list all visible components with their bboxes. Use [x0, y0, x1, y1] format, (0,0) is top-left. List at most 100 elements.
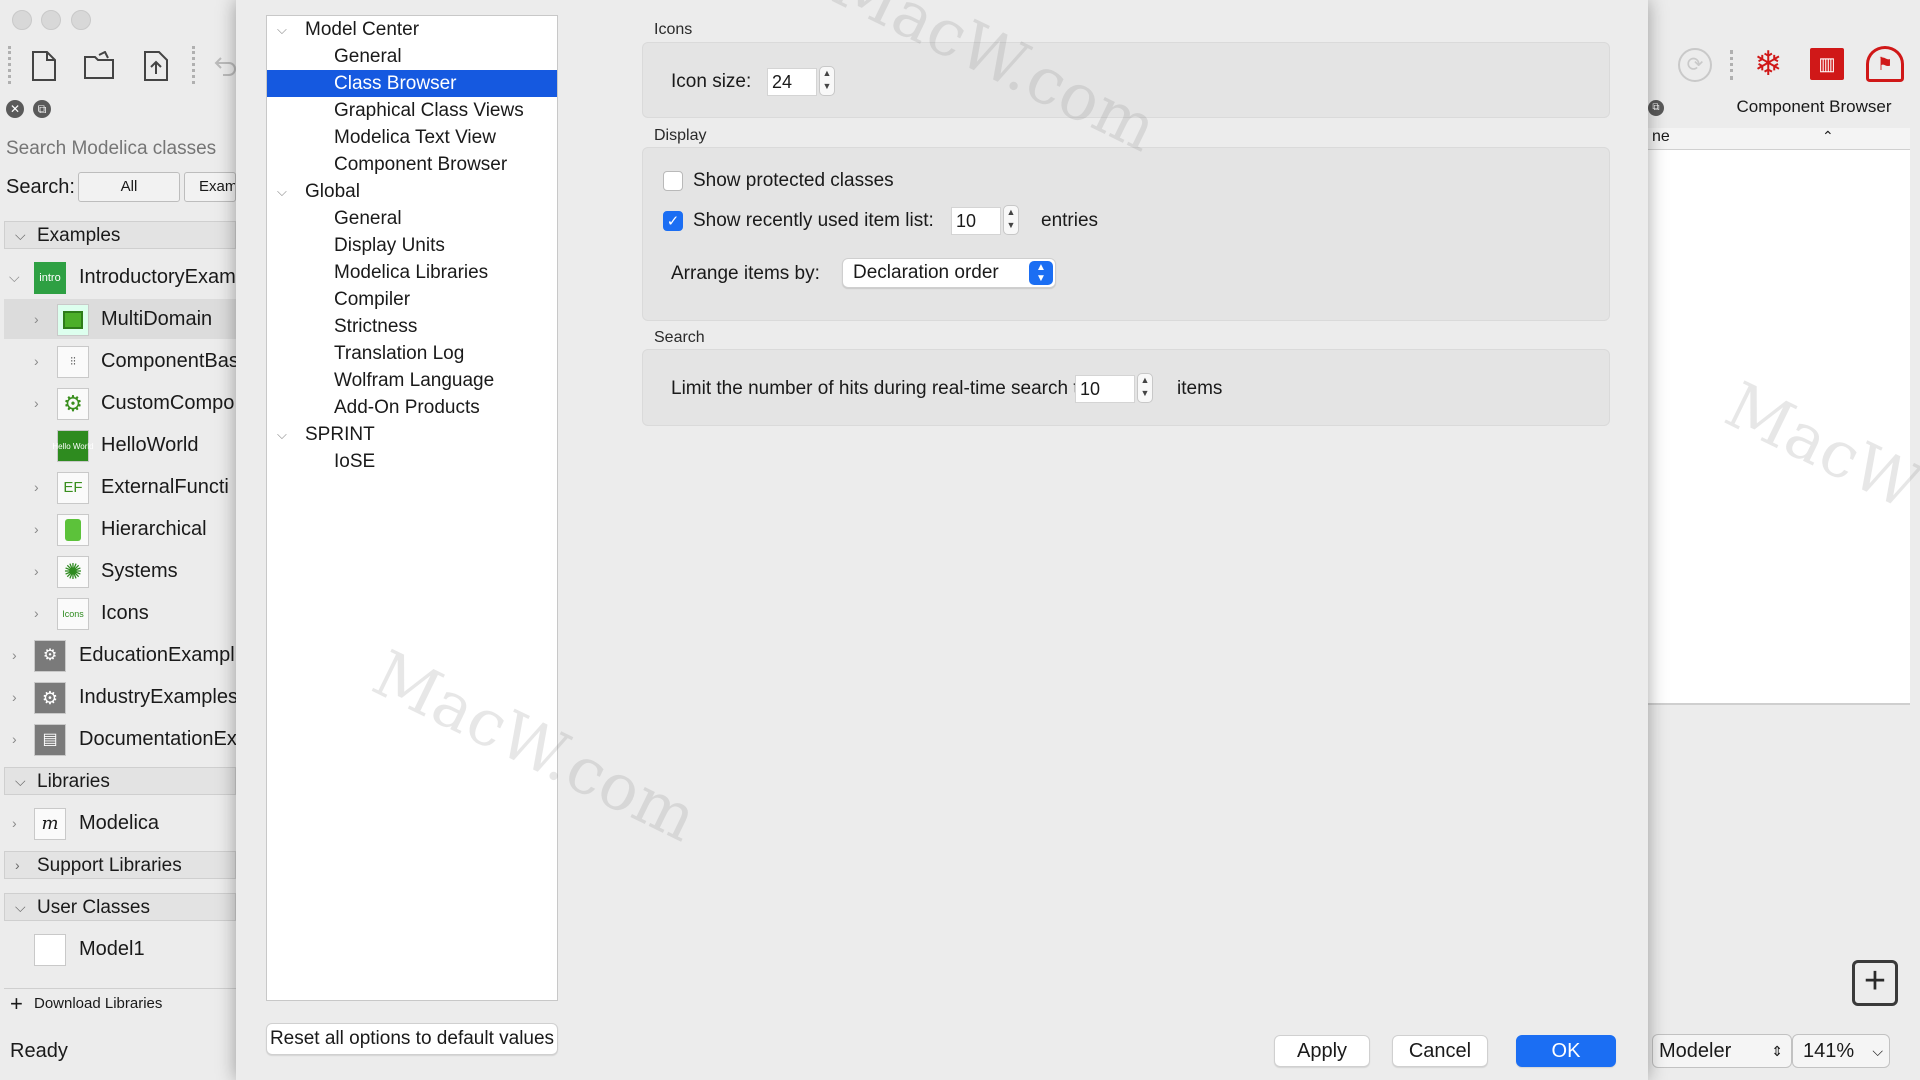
toolbar-separator: [1730, 50, 1733, 80]
chevron-right-icon: ›: [12, 647, 17, 663]
export-file-icon[interactable]: [138, 48, 174, 84]
nav-item-iose[interactable]: IoSE: [267, 448, 557, 475]
tree-item[interactable]: Model1: [0, 929, 236, 969]
chevron-right-icon: ›: [12, 689, 17, 705]
search-scope-all[interactable]: All: [78, 172, 180, 202]
nav-item-label: Model Center: [305, 19, 420, 40]
zoom-select[interactable]: 141% ⌵: [1792, 1034, 1890, 1068]
component-list[interactable]: [1648, 150, 1910, 705]
ok-button[interactable]: OK: [1516, 1035, 1616, 1067]
group-support-libraries[interactable]: › Support Libraries: [4, 851, 236, 879]
nav-item-global-general[interactable]: General: [267, 205, 557, 232]
nav-item-compiler[interactable]: Compiler: [267, 286, 557, 313]
nav-item-modelica-libraries[interactable]: Modelica Libraries: [267, 259, 557, 286]
tree-item-label: IntroductoryExam: [79, 266, 236, 288]
chevron-right-icon: ›: [12, 815, 17, 831]
tree-item[interactable]: › EF ExternalFuncti: [4, 467, 236, 507]
group-label: Libraries: [37, 771, 110, 792]
tree-item[interactable]: › m Modelica: [0, 803, 236, 843]
items-label: items: [1177, 378, 1223, 399]
tree-item[interactable]: › ▤ DocumentationEx: [0, 719, 237, 759]
tree-item[interactable]: › MultiDomain: [4, 299, 236, 339]
show-recent-checkbox[interactable]: ✓: [663, 211, 683, 231]
book-icon[interactable]: ▥: [1810, 48, 1844, 80]
tree-item[interactable]: Hello World HelloWorld: [4, 425, 236, 465]
nav-item-class-browser[interactable]: Class Browser: [267, 70, 557, 97]
nav-item-label: Modelica Text View: [334, 127, 496, 148]
mode-select[interactable]: Modeler ⇕: [1652, 1034, 1792, 1068]
group-user-classes[interactable]: ⌵ User Classes: [4, 893, 236, 921]
apply-button[interactable]: Apply: [1274, 1035, 1370, 1067]
download-libraries-button[interactable]: + Download Libraries: [4, 988, 236, 1018]
component-column-header[interactable]: ne ⌃: [1648, 128, 1910, 150]
search-limit-input[interactable]: [1075, 375, 1135, 403]
cancel-button[interactable]: Cancel: [1392, 1035, 1488, 1067]
chevron-right-icon: ›: [34, 479, 39, 495]
chevron-down-icon: ⌵: [9, 269, 20, 285]
tree-item[interactable]: ⌵ intro IntroductoryExam: [0, 257, 236, 297]
hello-world-icon: Hello World: [52, 430, 94, 462]
group-examples[interactable]: ⌵ Examples: [4, 221, 236, 249]
recent-count-stepper[interactable]: ▲ ▼: [1003, 205, 1019, 235]
tree-item[interactable]: › ⚙ CustomCompo: [4, 383, 236, 423]
chevron-down-icon: ⌵: [277, 427, 287, 442]
chevron-right-icon: ›: [12, 731, 17, 747]
nav-item-component-browser[interactable]: Component Browser: [267, 151, 557, 178]
tree-item-label: IndustryExamples: [79, 686, 238, 708]
arrange-items-select[interactable]: Declaration order ▲ ▼: [842, 258, 1056, 288]
nav-item-sprint[interactable]: ⌵ SPRINT: [267, 421, 557, 448]
close-panel-icon[interactable]: ✕: [6, 100, 24, 118]
nav-item-translation-log[interactable]: Translation Log: [267, 340, 557, 367]
chevron-right-icon: ›: [15, 857, 20, 873]
component-browser-panel: ⟳ ❄ ▥ ⚑ ⧉ Component Browser ne ⌃ + Model…: [1648, 0, 1920, 1080]
class-search-input[interactable]: [4, 134, 234, 164]
tree-item[interactable]: › Hierarchical: [4, 509, 236, 549]
nav-item-label: Component Browser: [334, 154, 508, 175]
systems-gears-icon: ✺: [57, 556, 89, 588]
nav-item-label: General: [334, 46, 402, 67]
toolbar-separator: [192, 46, 195, 84]
group-libraries[interactable]: ⌵ Libraries: [4, 767, 236, 795]
tree-item[interactable]: › ⚙ EducationExampl: [0, 635, 236, 675]
toolbar-separator: [8, 46, 11, 84]
tree-item-label: EducationExampl: [79, 644, 235, 666]
group-label: User Classes: [37, 897, 150, 918]
nav-item-add-on-products[interactable]: Add-On Products: [267, 394, 557, 421]
minimize-window-button[interactable]: [41, 10, 61, 30]
recent-count-input[interactable]: [951, 207, 1001, 235]
search-scope-examples[interactable]: Exam: [184, 172, 236, 202]
tree-item[interactable]: › ⫶⫶ ComponentBas: [4, 341, 239, 381]
reset-defaults-button[interactable]: Reset all options to default values: [266, 1023, 558, 1055]
show-protected-checkbox[interactable]: [663, 171, 683, 191]
nav-item-graphical-class-views[interactable]: Graphical Class Views: [267, 97, 557, 124]
snowflake-icon[interactable]: ❄: [1754, 46, 1783, 82]
multidomain-icon: [57, 304, 89, 336]
simulate-icon[interactable]: ⟳: [1678, 48, 1712, 82]
nav-item-strictness[interactable]: Strictness: [267, 313, 557, 340]
tree-item-label: Model1: [79, 938, 145, 960]
add-component-button[interactable]: +: [1852, 960, 1898, 1006]
chevron-down-icon: ⌵: [277, 22, 287, 37]
new-file-icon[interactable]: [26, 48, 62, 84]
preferences-nav-tree[interactable]: ⌵ Model Center General Class Browser Grap…: [266, 15, 558, 1001]
search-limit-label: Limit the number of hits during real-tim…: [671, 378, 1095, 399]
nav-item-global[interactable]: ⌵ Global: [267, 178, 557, 205]
nav-item-model-center[interactable]: ⌵ Model Center: [267, 16, 557, 43]
icon-size-input[interactable]: [767, 68, 817, 96]
nav-item-wolfram-language[interactable]: Wolfram Language: [267, 367, 557, 394]
tree-item[interactable]: › ✺ Systems: [4, 551, 236, 591]
tree-item[interactable]: › ⚙ IndustryExamples: [0, 677, 238, 717]
nav-item-display-units[interactable]: Display Units: [267, 232, 557, 259]
nav-item-modelica-text-view[interactable]: Modelica Text View: [267, 124, 557, 151]
nav-item-label: Display Units: [334, 235, 445, 256]
zoom-window-button[interactable]: [71, 10, 91, 30]
tree-item[interactable]: › Icons Icons: [4, 593, 236, 633]
tree-item-label: Hierarchical: [101, 518, 207, 540]
close-window-button[interactable]: [12, 10, 32, 30]
nav-item-general[interactable]: General: [267, 43, 557, 70]
help-lifebuoy-icon[interactable]: ⚑: [1866, 46, 1904, 82]
float-panel-icon[interactable]: ⧉: [33, 100, 51, 118]
search-limit-stepper[interactable]: ▲ ▼: [1137, 373, 1153, 403]
open-folder-icon[interactable]: [82, 48, 118, 84]
icon-size-stepper[interactable]: ▲ ▼: [819, 66, 835, 96]
